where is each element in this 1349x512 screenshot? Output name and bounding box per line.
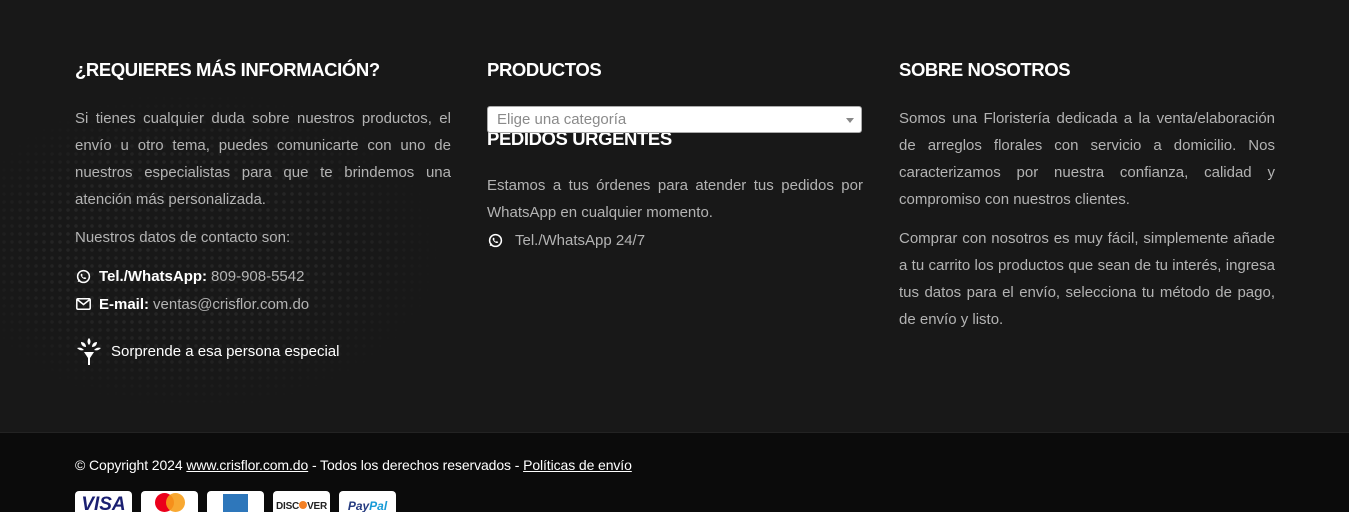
phone-row: Tel./WhatsApp: 809-908-5542: [75, 262, 451, 290]
contact-intro: Nuestros datos de contacto son:: [75, 229, 291, 246]
whatsapp-icon: [487, 233, 503, 249]
urgent-contact-text: Tel./WhatsApp 24/7: [515, 232, 646, 249]
footer-bottom: © Copyright 2024 www.crisflor.com.do - T…: [0, 432, 1349, 512]
shipping-policy-link[interactable]: Políticas de envío: [523, 457, 632, 473]
envelope-icon: [75, 296, 91, 312]
mastercard-icon: [141, 491, 198, 512]
copyright-line: © Copyright 2024 www.crisflor.com.do - T…: [75, 457, 632, 473]
about-paragraph-2: Comprar con nosotros es muy fácil, simpl…: [899, 230, 1275, 328]
flower-bouquet-icon: [75, 336, 103, 366]
products-heading: PRODUCTOS: [487, 59, 602, 80]
paypal-card-text-b: Pal: [369, 499, 388, 512]
site-link[interactable]: www.crisflor.com.do: [186, 457, 308, 473]
footer-main: ¿REQUIERES MÁS INFORMACIÓN? Si tienes cu…: [0, 0, 1349, 432]
about-column: SOBRE NOSOTROS Somos una Floristería ded…: [899, 58, 1275, 345]
about-heading: SOBRE NOSOTROS: [899, 59, 1071, 80]
promo-text: Sorprende a esa persona especial: [111, 342, 340, 360]
discover-card-icon: DISC VER: [273, 491, 330, 512]
discover-card-text-a: DISC: [275, 501, 300, 512]
discover-card-text-b: VER: [307, 501, 328, 512]
paypal-card-icon: Pay Pal: [339, 491, 396, 512]
urgent-contact-row[interactable]: Tel./WhatsApp 24/7: [487, 227, 863, 254]
info-heading: ¿REQUIERES MÁS INFORMACIÓN?: [75, 59, 380, 80]
info-text: Si tienes cualquier duda sobre nuestros …: [75, 110, 451, 208]
chevron-down-icon: [846, 118, 854, 123]
copyright-prefix: © Copyright 2024: [75, 457, 183, 473]
paypal-card-text-a: Pay: [347, 499, 370, 512]
urgent-orders-text: Estamos a tus órdenes para atender tus p…: [487, 177, 863, 221]
products-column: PRODUCTOS Elige una categoría PEDIDOS UR…: [487, 58, 863, 254]
category-select[interactable]: Elige una categoría: [487, 106, 862, 133]
amex-card-icon: [207, 491, 264, 512]
visa-card-text: VISA: [81, 494, 126, 512]
email-value[interactable]: ventas@crisflor.com.do: [153, 296, 309, 313]
promo-line: Sorprende a esa persona especial: [75, 336, 451, 366]
rights-text: - Todos los derechos reservados -: [311, 457, 520, 473]
payment-methods: VISA DISC VER Pay Pal: [75, 491, 405, 512]
phone-label: Tel./WhatsApp:: [99, 267, 208, 285]
visa-card-icon: VISA: [75, 491, 132, 512]
whatsapp-icon: [75, 268, 91, 284]
about-paragraph-1: Somos una Floristería dedicada a la vent…: [899, 110, 1275, 208]
phone-value[interactable]: 809-908-5542: [211, 268, 304, 285]
category-select-value: Elige una categoría: [497, 111, 627, 128]
email-label: E-mail:: [99, 295, 150, 313]
email-row: E-mail: ventas@crisflor.com.do: [75, 290, 451, 318]
info-column: ¿REQUIERES MÁS INFORMACIÓN? Si tienes cu…: [75, 58, 451, 366]
